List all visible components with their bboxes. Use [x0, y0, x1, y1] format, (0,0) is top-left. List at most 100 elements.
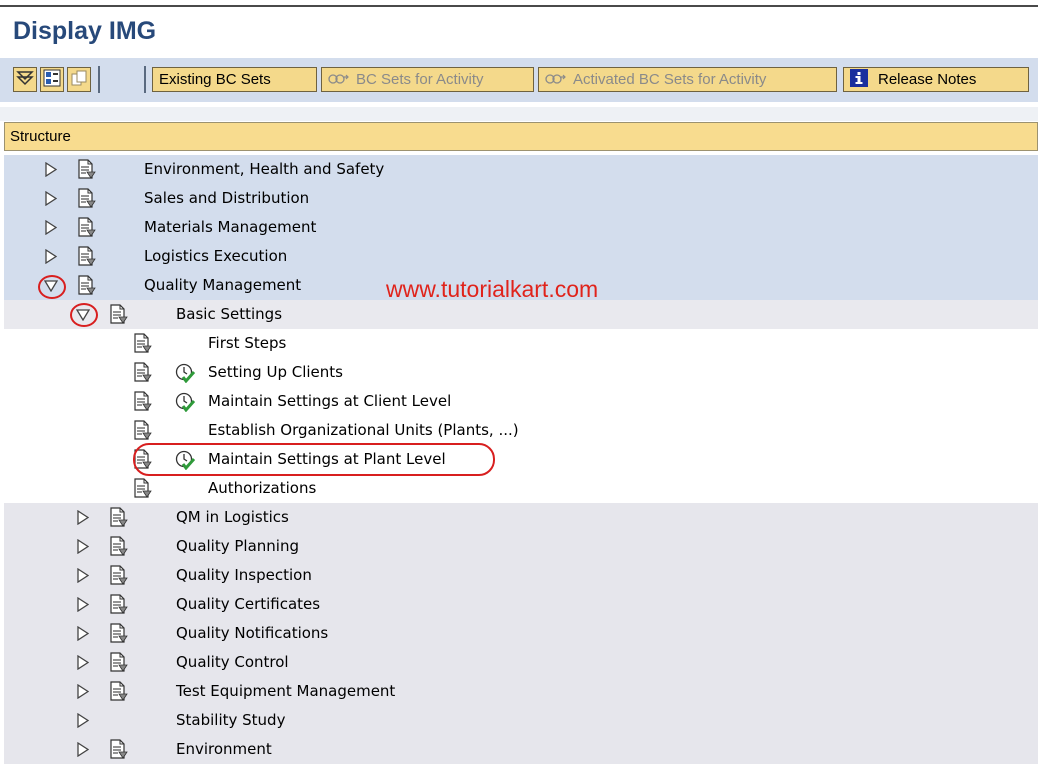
expand-triangle-icon[interactable]	[45, 248, 58, 265]
documentation-icon[interactable]	[110, 739, 128, 759]
tree-node[interactable]: Quality Control	[4, 648, 1038, 677]
tree-node-label: Sales and Distribution	[144, 189, 310, 207]
tree-node[interactable]: Establish Organizational Units (Plants, …	[4, 416, 1038, 445]
highlight-oval-plant-level	[133, 443, 495, 476]
documentation-icon[interactable]	[78, 217, 96, 237]
tree-node-label: Environment, Health and Safety	[144, 160, 385, 178]
documentation-icon[interactable]	[134, 362, 152, 382]
info-icon	[850, 68, 868, 91]
existing-bc-sets-label: Existing BC Sets	[159, 71, 271, 88]
documentation-icon[interactable]	[110, 652, 128, 672]
expand-all-icon	[16, 69, 34, 91]
tree-node[interactable]: Authorizations	[4, 474, 1038, 503]
page-title: Display IMG	[13, 17, 157, 45]
tree-node[interactable]: Basic Settings	[4, 300, 1038, 329]
documentation-icon[interactable]	[78, 159, 96, 179]
tree-node-label: Environment	[176, 740, 272, 758]
documentation-icon[interactable]	[110, 565, 128, 585]
tree-node-label: Stability Study	[176, 711, 286, 729]
bc-sets-for-activity-label: BC Sets for Activity	[356, 71, 484, 88]
bc-set-icon	[545, 71, 567, 89]
tree-node[interactable]: Maintain Settings at Client Level	[4, 387, 1038, 416]
tree-node[interactable]: Quality Inspection	[4, 561, 1038, 590]
documentation-icon[interactable]	[134, 333, 152, 353]
expand-triangle-icon[interactable]	[77, 509, 90, 526]
tree-node[interactable]: Logistics Execution	[4, 242, 1038, 271]
window-top-border	[0, 5, 1038, 7]
expand-triangle-icon[interactable]	[77, 596, 90, 613]
release-notes-label: Release Notes	[878, 71, 977, 88]
bc-sets-for-activity-button[interactable]: BC Sets for Activity	[321, 67, 534, 92]
tree-node[interactable]: Sales and Distribution	[4, 184, 1038, 213]
tree-node-label: Quality Planning	[176, 537, 299, 555]
execute-activity-icon[interactable]	[175, 392, 196, 413]
tree-node-label: Materials Management	[144, 218, 317, 236]
tree-node-label: Quality Management	[144, 276, 302, 294]
tree-node-label: Maintain Settings at Client Level	[208, 392, 452, 410]
execute-activity-icon[interactable]	[175, 363, 196, 384]
existing-bc-sets-button[interactable]: Existing BC Sets	[152, 67, 317, 92]
toolbar-divider	[0, 107, 1038, 121]
tree-node[interactable]: QM in Logistics	[4, 503, 1038, 532]
tree-node-label: Basic Settings	[176, 305, 283, 323]
tree-info-icon	[43, 69, 61, 91]
tree-node-label: Logistics Execution	[144, 247, 288, 265]
release-notes-button[interactable]: Release Notes	[843, 67, 1029, 92]
expand-triangle-icon[interactable]	[77, 567, 90, 584]
documentation-icon[interactable]	[78, 246, 96, 266]
highlight-circle-quality-management	[38, 275, 66, 299]
expand-triangle-icon[interactable]	[77, 654, 90, 671]
expand-triangle-icon[interactable]	[45, 161, 58, 178]
tree-node-label: Setting Up Clients	[208, 363, 343, 381]
tree-node-label: Quality Inspection	[176, 566, 312, 584]
tree-node[interactable]: Quality Notifications	[4, 619, 1038, 648]
watermark: www.tutorialkart.com	[386, 276, 599, 302]
documentation-icon[interactable]	[110, 594, 128, 614]
copy-icon	[70, 69, 88, 91]
documentation-icon[interactable]	[134, 391, 152, 411]
activated-bc-sets-button[interactable]: Activated BC Sets for Activity	[538, 67, 837, 92]
expand-triangle-icon[interactable]	[77, 625, 90, 642]
documentation-icon[interactable]	[110, 536, 128, 556]
documentation-icon[interactable]	[134, 420, 152, 440]
documentation-icon[interactable]	[110, 681, 128, 701]
toolbar-separator	[144, 66, 146, 93]
tree-node-label: Quality Notifications	[176, 624, 329, 642]
expand-triangle-icon[interactable]	[77, 538, 90, 555]
tree-info-button[interactable]	[40, 67, 64, 92]
tree-node[interactable]: Environment	[4, 735, 1038, 764]
tree-node-label: QM in Logistics	[176, 508, 289, 526]
documentation-icon[interactable]	[78, 188, 96, 208]
documentation-icon[interactable]	[110, 304, 128, 324]
tree-node-label: First Steps	[208, 334, 287, 352]
documentation-icon[interactable]	[110, 507, 128, 527]
documentation-icon[interactable]	[78, 275, 96, 295]
tree-node-label: Quality Certificates	[176, 595, 321, 613]
expand-all-button[interactable]	[13, 67, 37, 92]
tree-node-label: Establish Organizational Units (Plants, …	[208, 421, 519, 439]
toolbar-separator	[98, 66, 100, 93]
structure-column-header: Structure	[4, 122, 1038, 151]
bc-set-icon	[328, 71, 350, 89]
tree-node[interactable]: Materials Management	[4, 213, 1038, 242]
documentation-icon[interactable]	[110, 623, 128, 643]
expand-triangle-icon[interactable]	[77, 741, 90, 758]
tree-node-label: Quality Control	[176, 653, 289, 671]
tree-node[interactable]: Quality Planning	[4, 532, 1038, 561]
tree-node[interactable]: First Steps	[4, 329, 1038, 358]
expand-triangle-icon[interactable]	[77, 683, 90, 700]
documentation-icon[interactable]	[134, 478, 152, 498]
tree-node[interactable]: Quality Certificates	[4, 590, 1038, 619]
expand-triangle-icon[interactable]	[45, 190, 58, 207]
tree-node-label: Authorizations	[208, 479, 317, 497]
tree-node-label: Test Equipment Management	[176, 682, 396, 700]
expand-triangle-icon[interactable]	[77, 712, 90, 729]
tree-node[interactable]: Test Equipment Management	[4, 677, 1038, 706]
expand-triangle-icon[interactable]	[45, 219, 58, 236]
highlight-circle-basic-settings	[70, 303, 98, 327]
tree-node[interactable]: Stability Study	[4, 706, 1038, 735]
tree-node[interactable]: Environment, Health and Safety	[4, 155, 1038, 184]
activated-bc-sets-label: Activated BC Sets for Activity	[573, 71, 767, 88]
tree-node[interactable]: Setting Up Clients	[4, 358, 1038, 387]
copy-button[interactable]	[67, 67, 91, 92]
